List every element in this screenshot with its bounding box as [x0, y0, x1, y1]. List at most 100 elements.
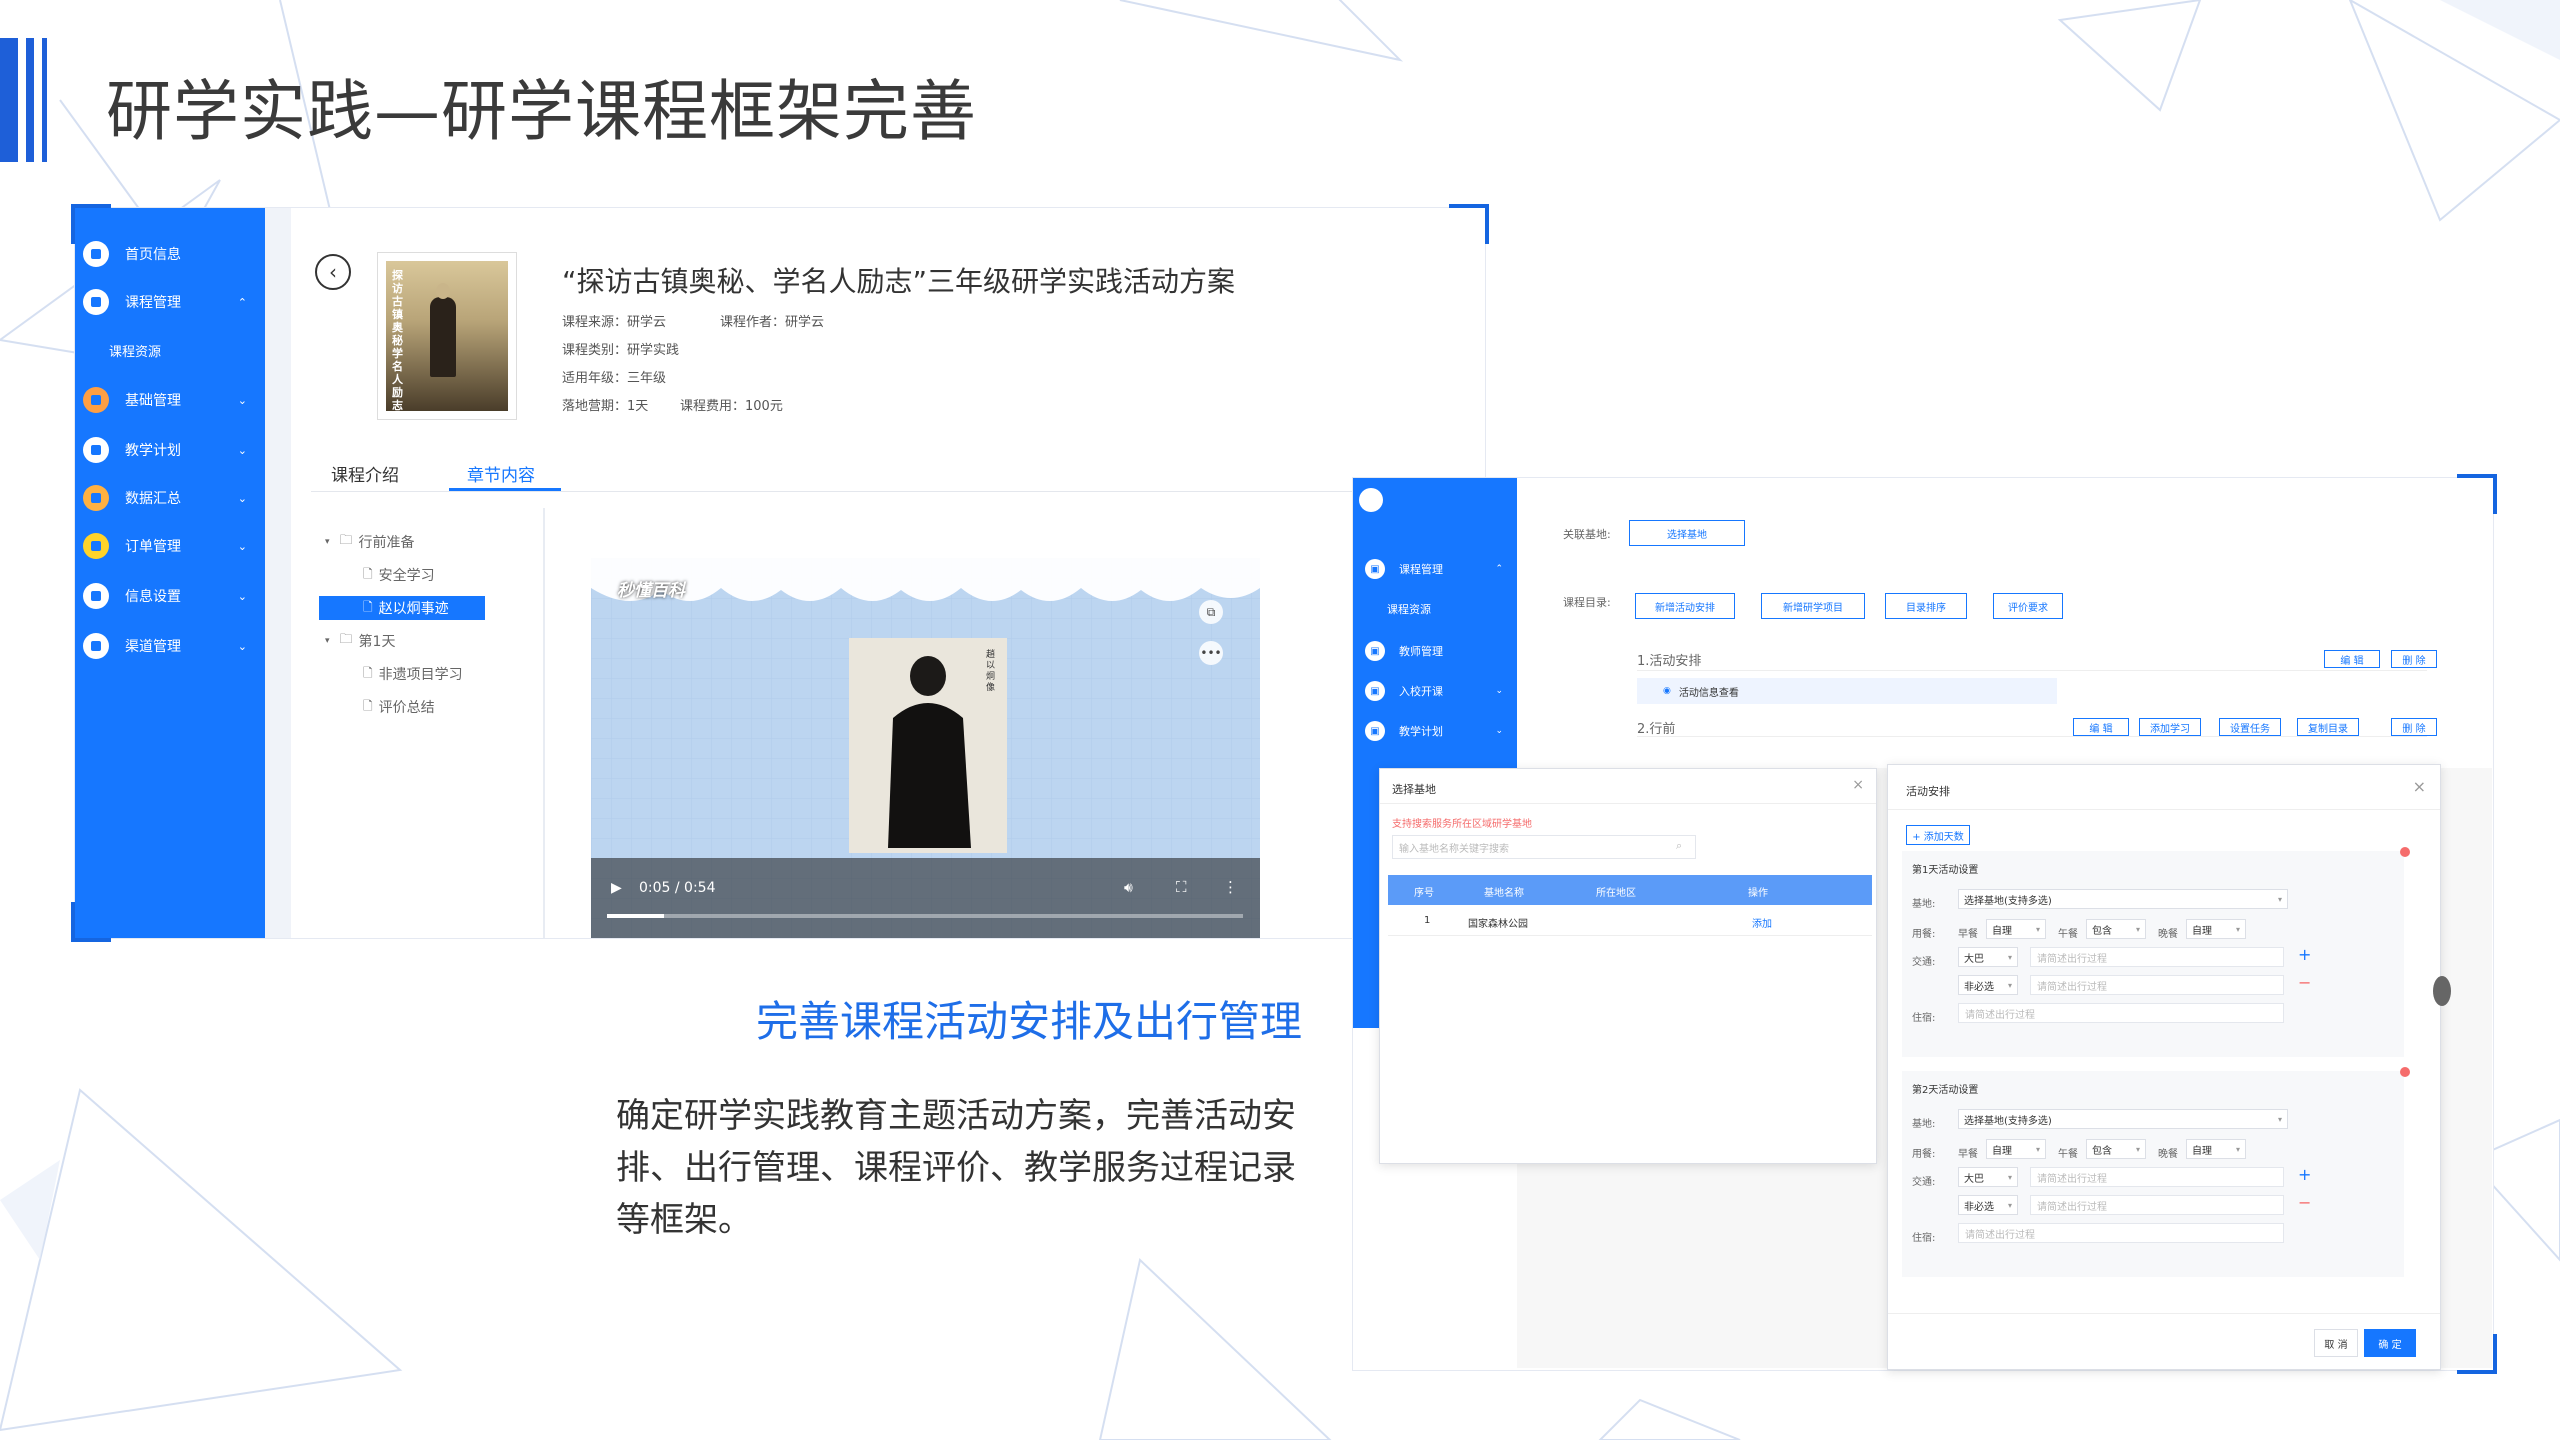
edit-button[interactable]: 编 辑	[2324, 650, 2380, 668]
traffic-description-input[interactable]: 请简述出行过程	[2030, 975, 2284, 995]
add-traffic-icon[interactable]: +	[2298, 945, 2311, 964]
base-select[interactable]: 选择基地(支持多选) ▾	[1958, 1109, 2288, 1129]
tree-folder[interactable]: ▾ 🗀 第1天	[311, 629, 395, 653]
cancel-button[interactable]: 取 消	[2314, 1329, 2358, 1357]
edit-button[interactable]: 编 辑	[2073, 718, 2129, 736]
add-study-button[interactable]: 添加学习	[2139, 718, 2201, 736]
modal-title: 活动安排	[1906, 785, 1950, 798]
select-base-button[interactable]: 选择基地	[1629, 520, 1745, 546]
traffic-description-input[interactable]: 请简述出行过程	[2030, 947, 2284, 967]
traffic-description-input[interactable]: 请简述出行过程	[2030, 1167, 2284, 1187]
breakfast-select[interactable]: 自理 ▾	[1986, 1139, 2046, 1159]
tree-item[interactable]: 🗋 非遗项目学习	[311, 662, 463, 686]
add-project-button[interactable]: 新增研学项目	[1761, 593, 1865, 619]
remove-day-icon[interactable]	[2400, 1067, 2410, 1077]
sidebar-item[interactable]: ▣ 教学计划 ⌄	[1353, 714, 1517, 748]
traffic-select[interactable]: 大巴 ▾	[1958, 1167, 2018, 1187]
more-options-icon[interactable]: •••	[1199, 641, 1223, 665]
lunch-select-value: 包含	[2092, 925, 2112, 937]
course-author: 课程作者：研学云	[720, 315, 825, 330]
dropdown-icon: ▾	[2235, 924, 2240, 934]
close-icon[interactable]: ×	[2413, 777, 2426, 796]
catalog-label: 课程目录:	[1563, 596, 1611, 609]
sidebar-item[interactable]: ▣ 入校开课 ⌄	[1353, 674, 1517, 708]
remove-traffic-icon[interactable]: −	[2298, 1193, 2311, 1212]
sidebar: 首页信息课程管理 ⌃ 课程资源基础管理 ⌄ 教学计划 ⌄ 数据汇总 ⌄ 订单管理 ⌄ 信息设置 ⌄ 渠道…	[75, 208, 265, 938]
video-progress-track[interactable]	[607, 914, 1243, 918]
sub-item-row[interactable]: ◉ 活动信息查看	[1637, 678, 2057, 704]
add-activity-button[interactable]: 新增活动安排	[1635, 593, 1735, 619]
sidebar-item[interactable]: 课程管理 ⌃	[75, 282, 265, 322]
traffic-description-input[interactable]: 请简述出行过程	[2030, 1195, 2284, 1215]
sidebar-item[interactable]: 信息设置 ⌄	[75, 576, 265, 616]
dropdown-icon: ▾	[2135, 1144, 2140, 1154]
close-icon[interactable]: ×	[1852, 777, 1864, 793]
confirm-button[interactable]: 确 定	[2364, 1329, 2416, 1357]
day-title: 第1天活动设置	[1912, 865, 1979, 876]
tree-item[interactable]: 🗋 赵以炯事迹	[319, 596, 485, 620]
school-icon: ▣	[1365, 681, 1385, 701]
remove-day-icon[interactable]	[2400, 847, 2410, 857]
column-header: 操作	[1748, 888, 1768, 899]
sidebar-item[interactable]: 数据汇总 ⌄	[75, 478, 265, 518]
tree-folder[interactable]: ▾ 🗀 行前准备	[311, 530, 415, 554]
sidebar-item[interactable]: ▣ 教师管理	[1353, 634, 1517, 668]
stay-description-input[interactable]: 请简述出行过程	[1958, 1223, 2284, 1243]
sort-catalog-button[interactable]: 目录排序	[1885, 593, 1967, 619]
traffic-select[interactable]: 大巴 ▾	[1958, 947, 2018, 967]
lunch-select[interactable]: 包含 ▾	[2086, 919, 2146, 939]
tree-item[interactable]: 🗋 安全学习	[311, 563, 435, 587]
row-base-name: 国家森林公园	[1468, 919, 1528, 930]
channel-icon	[83, 633, 109, 659]
volume-icon[interactable]: 🔊︎	[1124, 880, 1133, 896]
tab-course-intro[interactable]: 课程介绍	[331, 461, 399, 486]
lunch-select[interactable]: 包含 ▾	[2086, 1139, 2146, 1159]
sidebar-item[interactable]: 课程资源	[75, 330, 265, 370]
pip-icon[interactable]: ⧉	[1199, 600, 1223, 624]
divider	[1380, 803, 1876, 804]
sidebar-item[interactable]: 教学计划 ⌄	[75, 430, 265, 470]
base-select[interactable]: 选择基地(支持多选) ▾	[1958, 889, 2288, 909]
sidebar-item[interactable]: 课程资源	[1353, 592, 1517, 626]
sidebar-item[interactable]: ▣ 课程管理 ⌃	[1353, 552, 1517, 586]
base-search-input[interactable]: 输入基地名称关键字搜索	[1392, 835, 1696, 859]
dropdown-icon: ▾	[2007, 1200, 2012, 1210]
traffic-select-value: 大巴	[1964, 1173, 1984, 1185]
dropdown-icon: ▾	[2135, 924, 2140, 934]
dinner-select[interactable]: 自理 ▾	[2186, 919, 2246, 939]
evaluation-button[interactable]: 评价要求	[1993, 593, 2063, 619]
play-icon[interactable]: ▶	[611, 880, 622, 896]
modal-title: 选择基地	[1392, 783, 1436, 796]
sidebar-item[interactable]: 订单管理 ⌄	[75, 526, 265, 566]
tab-chapter-content[interactable]: 章节内容	[467, 461, 535, 486]
add-traffic-icon[interactable]: +	[2298, 1165, 2311, 1184]
chevron-icon: ⌄	[1495, 726, 1503, 736]
back-button[interactable]: ‹	[315, 254, 351, 290]
page-scroll-handle[interactable]	[2433, 976, 2451, 1006]
set-task-button[interactable]: 设置任务	[2219, 718, 2281, 736]
tree-item[interactable]: 🗋 评价总结	[311, 695, 435, 719]
video-player[interactable]: 秒懂百科 趙以炯像 ⧉ ••• ▶ 0:05 / 0:54 🔊︎ ⛶ ⋮	[591, 558, 1260, 938]
dinner-select[interactable]: 自理 ▾	[2186, 1139, 2246, 1159]
breakfast-select[interactable]: 自理 ▾	[1986, 919, 2046, 939]
copy-catalog-button[interactable]: 复制目录	[2297, 718, 2359, 736]
add-base-link[interactable]: 添加	[1752, 915, 1772, 930]
chevron-down-icon: ⌄	[237, 393, 247, 407]
title-accent-bar	[26, 38, 34, 162]
delete-button[interactable]: 删 除	[2391, 650, 2437, 668]
stay-description-input[interactable]: 请简述出行过程	[1958, 1003, 2284, 1023]
sidebar-item-label: 课程资源	[109, 344, 162, 360]
sidebar-item[interactable]: 基础管理 ⌄	[75, 380, 265, 420]
title-accent-bar	[42, 38, 47, 162]
sidebar-item[interactable]: 渠道管理 ⌄	[75, 626, 265, 666]
remove-traffic-icon[interactable]: −	[2298, 973, 2311, 992]
traffic-optional-select[interactable]: 非必选 ▾	[1958, 1195, 2018, 1215]
menu-icon[interactable]: ⋮	[1223, 878, 1238, 896]
tree-item-label: 安全学习	[378, 568, 435, 584]
fullscreen-icon[interactable]: ⛶	[1176, 878, 1187, 896]
delete-button[interactable]: 删 除	[2391, 718, 2437, 736]
base-select-value: 选择基地(支持多选)	[1964, 1115, 2052, 1127]
traffic-optional-select[interactable]: 非必选 ▾	[1958, 975, 2018, 995]
add-days-button[interactable]: + 添加天数	[1906, 825, 1970, 845]
sidebar-item[interactable]: 首页信息	[75, 234, 265, 274]
